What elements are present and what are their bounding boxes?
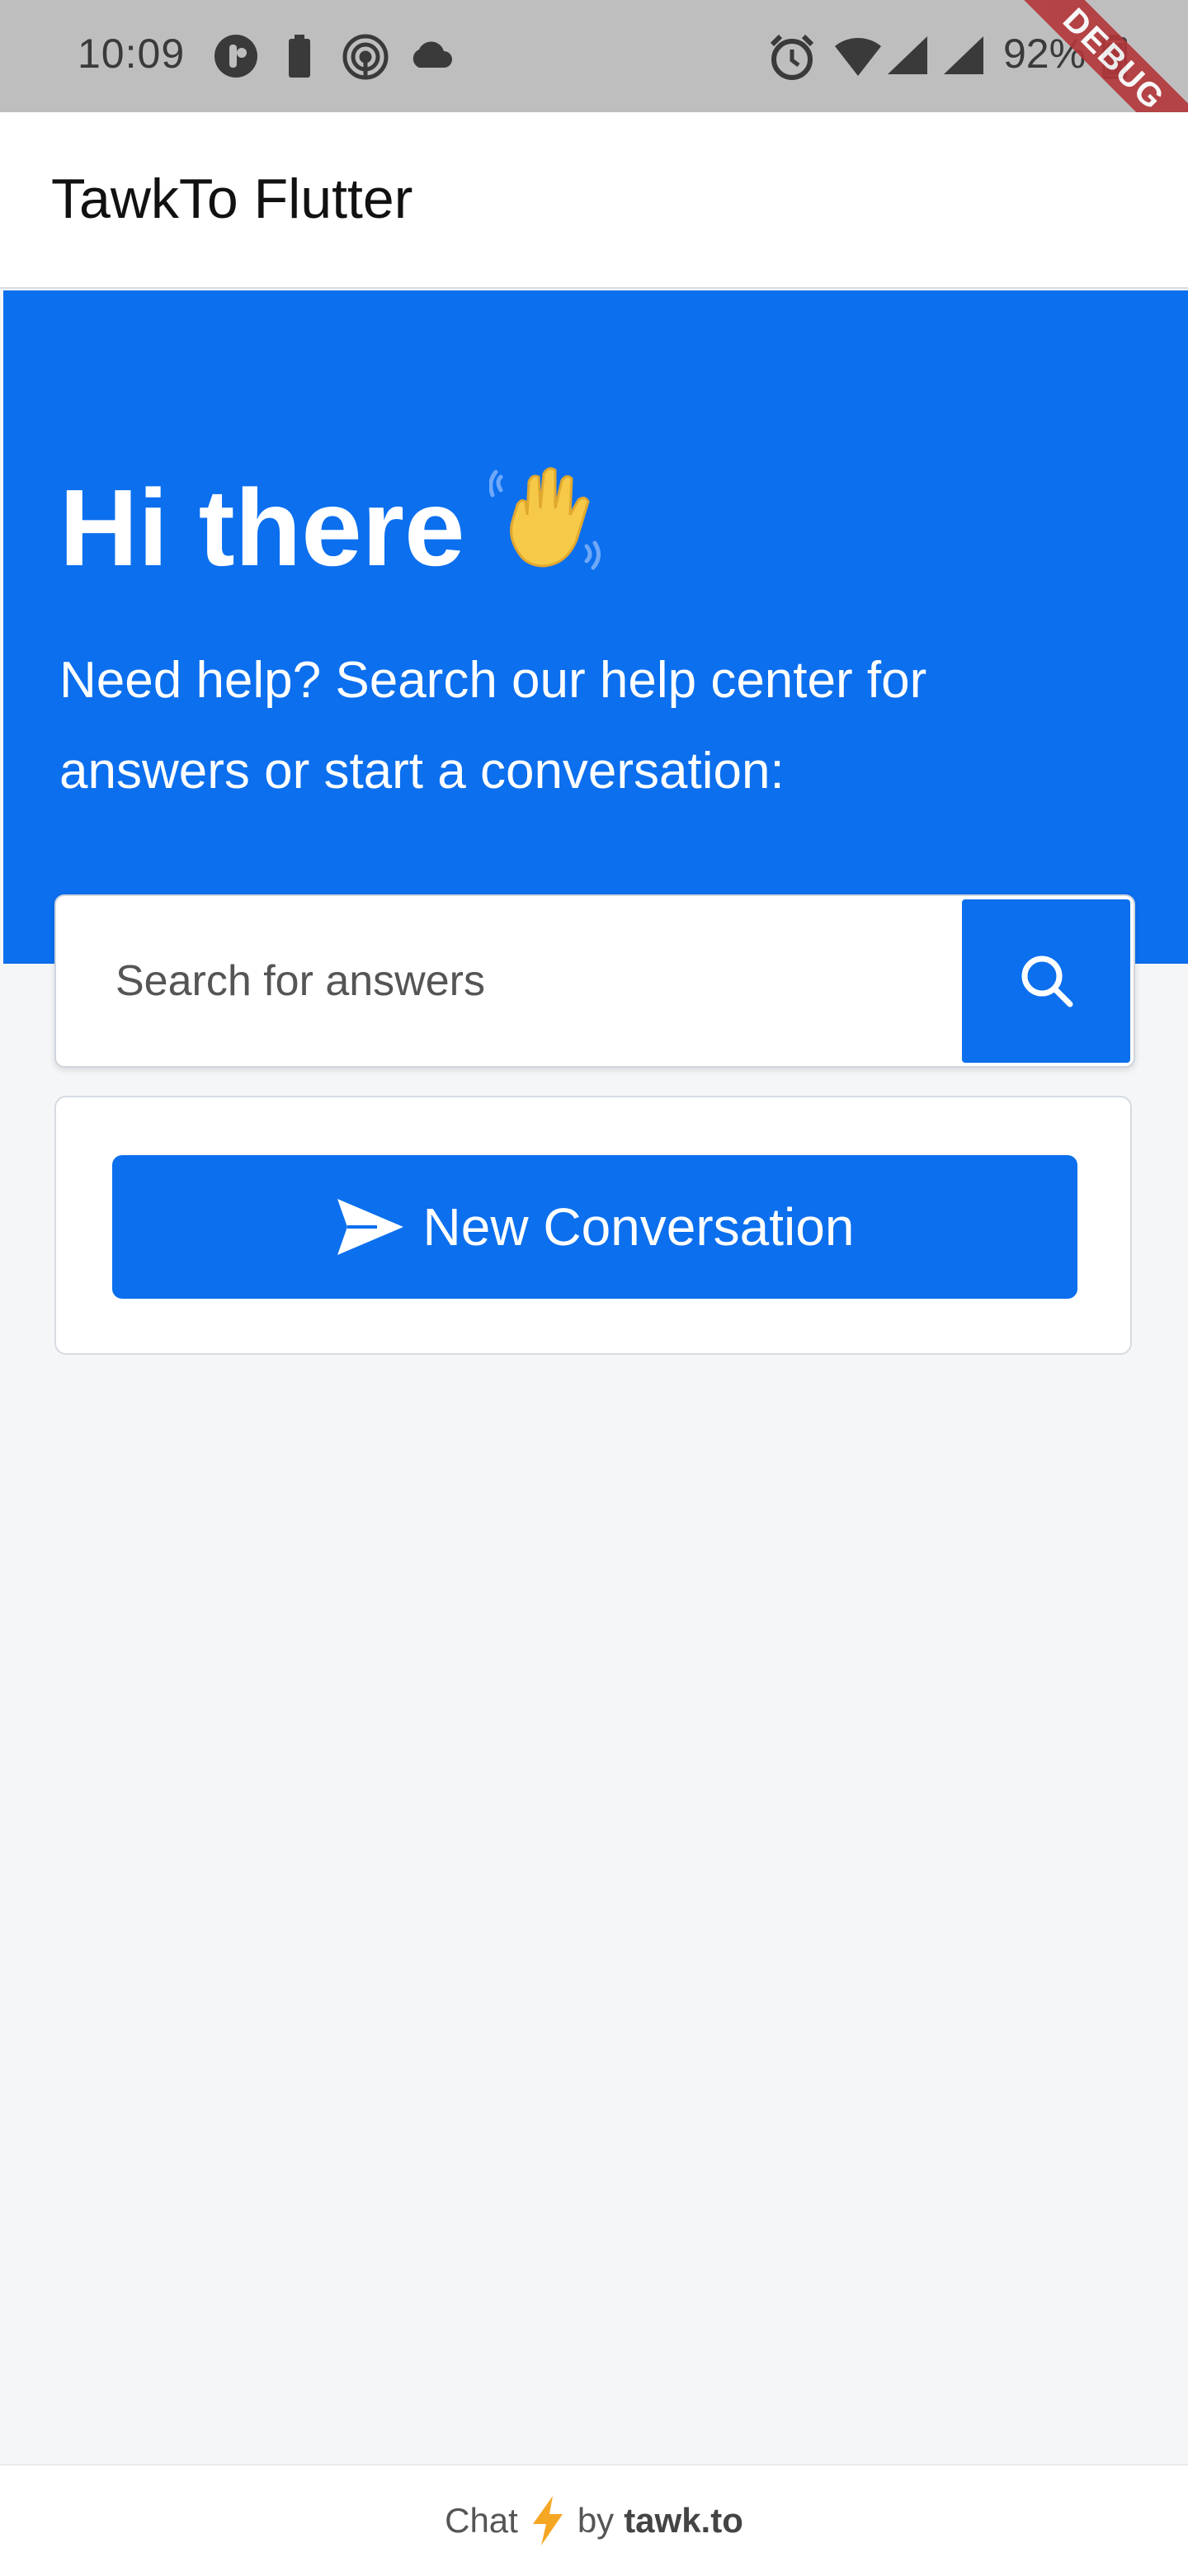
status-time: 10:09 — [78, 31, 186, 77]
lightning-bolt-icon — [530, 2494, 566, 2547]
search-box — [54, 894, 1135, 1068]
alarm-icon — [769, 33, 815, 85]
new-conversation-button[interactable]: New Conversation — [112, 1155, 1077, 1299]
search-button[interactable] — [962, 899, 1130, 1063]
battery-saver-icon — [287, 33, 312, 83]
app-bar: TawkTo Flutter — [0, 112, 1188, 289]
status-bar: 10:09 92% DEBUG — [0, 0, 1188, 168]
hotspot-icon — [342, 33, 389, 85]
footer-brand-link[interactable]: tawk.to — [624, 2501, 743, 2541]
app-notification-icon — [213, 33, 259, 83]
new-conversation-label: New Conversation — [422, 1197, 855, 1257]
signal-icon-2 — [942, 35, 985, 80]
cloud-icon — [408, 40, 454, 73]
hero-subtitle: Need help? Search our help center for an… — [59, 652, 927, 800]
signal-icon — [886, 35, 929, 80]
footer-by: by — [577, 2501, 615, 2540]
conversation-card: New Conversation — [54, 1096, 1132, 1355]
greeting-text: Hi there — [59, 466, 465, 588]
waving-hand-icon — [488, 457, 605, 597]
wifi-icon — [833, 36, 883, 82]
search-icon — [1017, 951, 1075, 1012]
footer: Chat by tawk.to — [0, 2464, 1188, 2576]
app-title: TawkTo Flutter — [51, 167, 413, 230]
search-input[interactable] — [56, 896, 964, 1066]
send-icon — [336, 1197, 405, 1257]
hero-greeting: Hi there — [59, 457, 605, 597]
hero-banner: Hi there Need help? Search our help cent… — [3, 290, 1188, 964]
footer-prefix: Chat — [445, 2501, 518, 2540]
